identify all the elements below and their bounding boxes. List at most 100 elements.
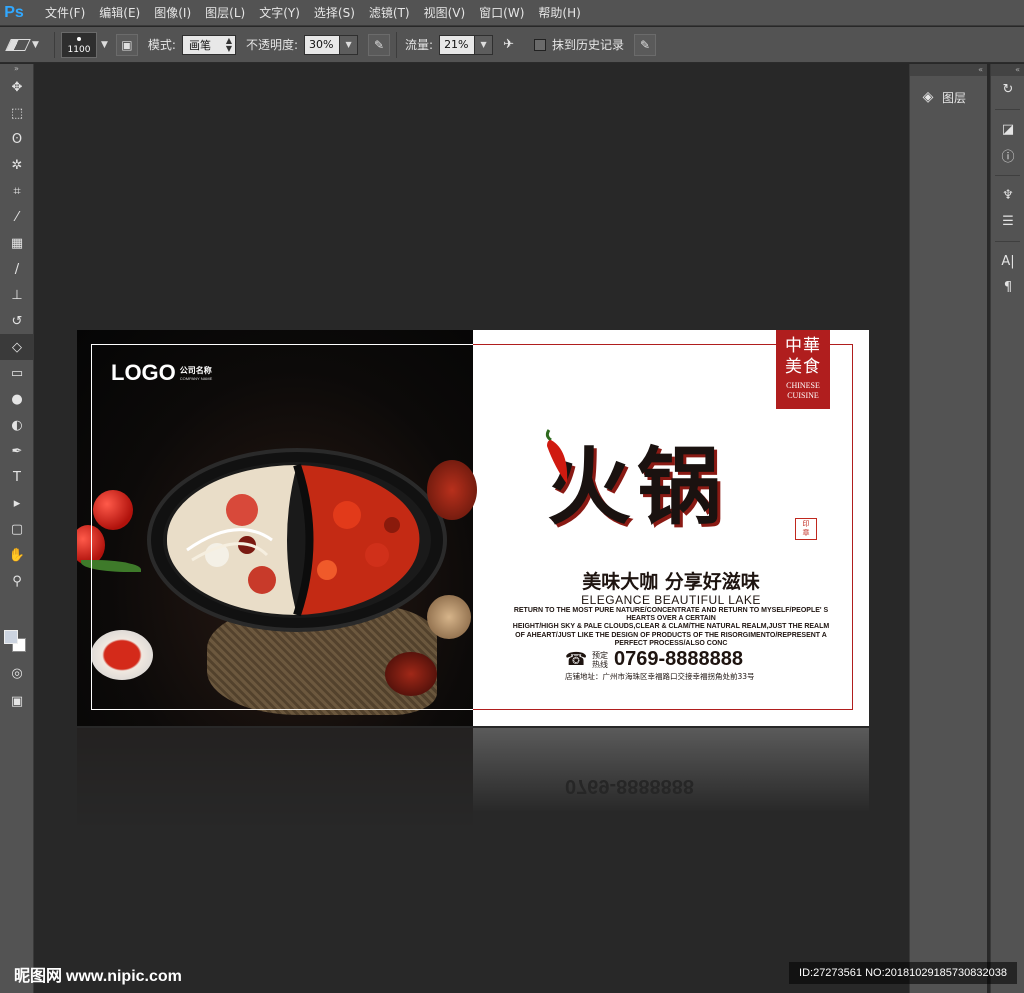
adjustments-icon[interactable]: ☰: [991, 208, 1024, 234]
store-address: 店铺地址：广州市海珠区幸福路口交接幸福拐角处前33号: [565, 672, 755, 681]
reflection-phone: 0769-8888888: [565, 775, 695, 797]
history-brush-tool-icon[interactable]: ↺: [0, 308, 34, 334]
site-watermark: 昵图网 www.nipic.com: [14, 962, 182, 986]
badge-line-2: 美食: [785, 357, 821, 377]
foreground-color-swatch[interactable]: [4, 630, 18, 644]
chevron-down-icon: ▼: [32, 39, 39, 50]
description-line: HEIGHT/HIGH SKY & PALE CLOUDS,CLEAR & CL…: [512, 623, 830, 631]
cuisine-badge: 中華 美食 CHINESE CUISINE: [776, 330, 830, 409]
eyedropper-tool-icon[interactable]: ⁄: [0, 204, 34, 230]
airbrush-icon[interactable]: ✈: [503, 37, 514, 52]
brush-panel-toggle-icon[interactable]: ▣: [115, 33, 138, 56]
hand-tool-icon[interactable]: ✋: [0, 542, 34, 568]
menu-layer[interactable]: 图层(L): [198, 4, 252, 21]
divider: [54, 31, 55, 58]
menu-image[interactable]: 图像(I): [147, 4, 198, 21]
description-line: HEARTS OVER A CERTAIN: [626, 615, 716, 623]
menu-filter[interactable]: 滤镜(T): [362, 4, 417, 21]
history-label: 抹到历史记录: [551, 38, 624, 52]
crop-tool-icon[interactable]: ⌗: [0, 178, 34, 204]
badge-en-1: CHINESE: [786, 381, 820, 390]
layers-panel-button[interactable]: ◈ 图层: [914, 84, 983, 110]
reflection-left: [77, 728, 473, 828]
character-panel-icon[interactable]: A|: [991, 248, 1024, 274]
layers-icon: ◈: [922, 89, 934, 105]
updown-arrows-icon: ▲ ▼: [225, 35, 232, 53]
path-selection-tool-icon[interactable]: ▸: [0, 490, 34, 516]
pressure-size-icon[interactable]: ✎: [633, 33, 656, 56]
phone-number: 0769-8888888: [614, 648, 744, 670]
blur-tool-icon[interactable]: ●: [0, 386, 34, 412]
eraser-icon: [5, 38, 31, 51]
brush-size-picker[interactable]: 1100: [61, 31, 97, 58]
mode-select[interactable]: 画笔 ▲ ▼: [181, 34, 236, 55]
opacity-label: 不透明度:: [245, 38, 299, 52]
quick-mask-icon[interactable]: ◎: [0, 660, 34, 686]
tools-panel: » ✥ ⬚ ʘ ✲ ⌗ ⁄ ▦ / ⊥ ↺ ◇ ▭ ● ◐ ✒ T ▸ ▢ ✋ …: [0, 64, 34, 993]
zoom-tool-icon[interactable]: ⚲: [0, 568, 34, 594]
magic-wand-tool-icon[interactable]: ✲: [0, 152, 34, 178]
panel-collapse-icon[interactable]: «: [991, 64, 1024, 76]
panel-collapse-icon[interactable]: «: [910, 64, 987, 76]
red-seal-stamp: 印章: [795, 518, 817, 540]
panel-collapse-icon[interactable]: »: [0, 64, 33, 74]
phone-icon: ☎: [565, 648, 588, 670]
title-block: 火锅: [545, 420, 797, 540]
healing-brush-tool-icon[interactable]: ▦: [0, 230, 34, 256]
menu-select[interactable]: 选择(S): [307, 4, 362, 21]
mode-label: 模式:: [147, 38, 176, 52]
screen-mode-icon[interactable]: ▣: [0, 688, 34, 714]
flow-input[interactable]: 21%: [439, 34, 476, 55]
divider: [396, 31, 398, 58]
marquee-tool-icon[interactable]: ⬚: [0, 100, 34, 126]
options-bar: ▼ 1100 ▼ ▣ 模式: 画笔 ▲ ▼ 不透明度: 30% ▼ ✎ 流量: 2…: [0, 27, 1024, 63]
badge-en-2: CUISINE: [787, 391, 819, 400]
divider: [995, 168, 1020, 176]
info-panel-icon[interactable]: ⓘ: [991, 142, 1024, 168]
brush-tool-icon[interactable]: /: [0, 256, 34, 282]
dodge-tool-icon[interactable]: ◐: [0, 412, 34, 438]
document-canvas[interactable]: LOGO 公司名称 COMPANY NAME 中華 美食 CHINESE CUI…: [77, 330, 869, 726]
brush-presets-icon[interactable]: ♆: [991, 182, 1024, 208]
slogan: 美味大咖 分享好滋味: [582, 571, 760, 593]
eraser-tool-icon[interactable]: ◇: [0, 334, 34, 360]
menu-window[interactable]: 窗口(W): [472, 4, 531, 21]
badge-line-1: 中華: [785, 336, 821, 356]
type-tool-icon[interactable]: T: [0, 464, 34, 490]
history-panel-icon[interactable]: ↻: [991, 76, 1024, 102]
pressure-opacity-icon[interactable]: ✎: [368, 33, 391, 56]
clone-stamp-tool-icon[interactable]: ⊥: [0, 282, 34, 308]
id-watermark: ID:27273561 NO:20181029185730832038: [789, 962, 1017, 984]
description-line: PERFECT PROCESS/ALSO CONC: [614, 639, 728, 647]
document-reflection: 0769-8888888: [77, 728, 869, 828]
menu-edit[interactable]: 编辑(E): [92, 4, 147, 21]
site-url: www.nipic.com: [66, 968, 182, 985]
chevron-down-icon[interactable]: ▼: [101, 40, 108, 50]
panel-dock: « ◈ 图层: [909, 64, 987, 993]
menu-view[interactable]: 视图(V): [417, 4, 473, 21]
hotpot-title: 火锅: [547, 438, 728, 536]
gradient-tool-icon[interactable]: ▭: [0, 360, 34, 386]
shape-tool-icon[interactable]: ▢: [0, 516, 34, 542]
mode-value: 画笔: [188, 38, 211, 52]
lasso-tool-icon[interactable]: ʘ: [0, 126, 34, 152]
description-line: OF AHEART/JUST LIKE THE DESIGN OF PRODUC…: [515, 631, 827, 639]
history-checkbox[interactable]: [533, 38, 546, 51]
opacity-dropdown-button[interactable]: ▼: [340, 34, 359, 55]
description-line: RETURN TO THE MOST PURE NATURE/CONCENTRA…: [513, 607, 829, 614]
flow-dropdown-button[interactable]: ▼: [475, 34, 494, 55]
pen-tool-icon[interactable]: ✒: [0, 438, 34, 464]
slogan-english: ELEGANCE BEAUTIFUL LAKE: [581, 593, 761, 607]
opacity-input[interactable]: 30%: [304, 34, 341, 55]
paragraph-panel-icon[interactable]: ¶: [991, 274, 1024, 300]
3d-panel-icon[interactable]: ◪: [991, 116, 1024, 142]
menu-help[interactable]: 帮助(H): [531, 4, 587, 21]
phone-label-1: 预定: [592, 650, 608, 660]
menu-file[interactable]: 文件(F): [38, 4, 92, 21]
description: RETURN TO THE MOST PURE NATURE/CONCENTRA…: [483, 607, 859, 648]
photoshop-window: Ps 文件(F) 编辑(E) 图像(I) 图层(L) 文字(Y) 选择(S) 滤…: [0, 0, 1024, 993]
tool-preset-picker[interactable]: ▼: [5, 33, 48, 57]
move-tool-icon[interactable]: ✥: [0, 74, 34, 100]
site-name: 昵图网: [14, 966, 63, 985]
menu-type[interactable]: 文字(Y): [252, 4, 307, 21]
